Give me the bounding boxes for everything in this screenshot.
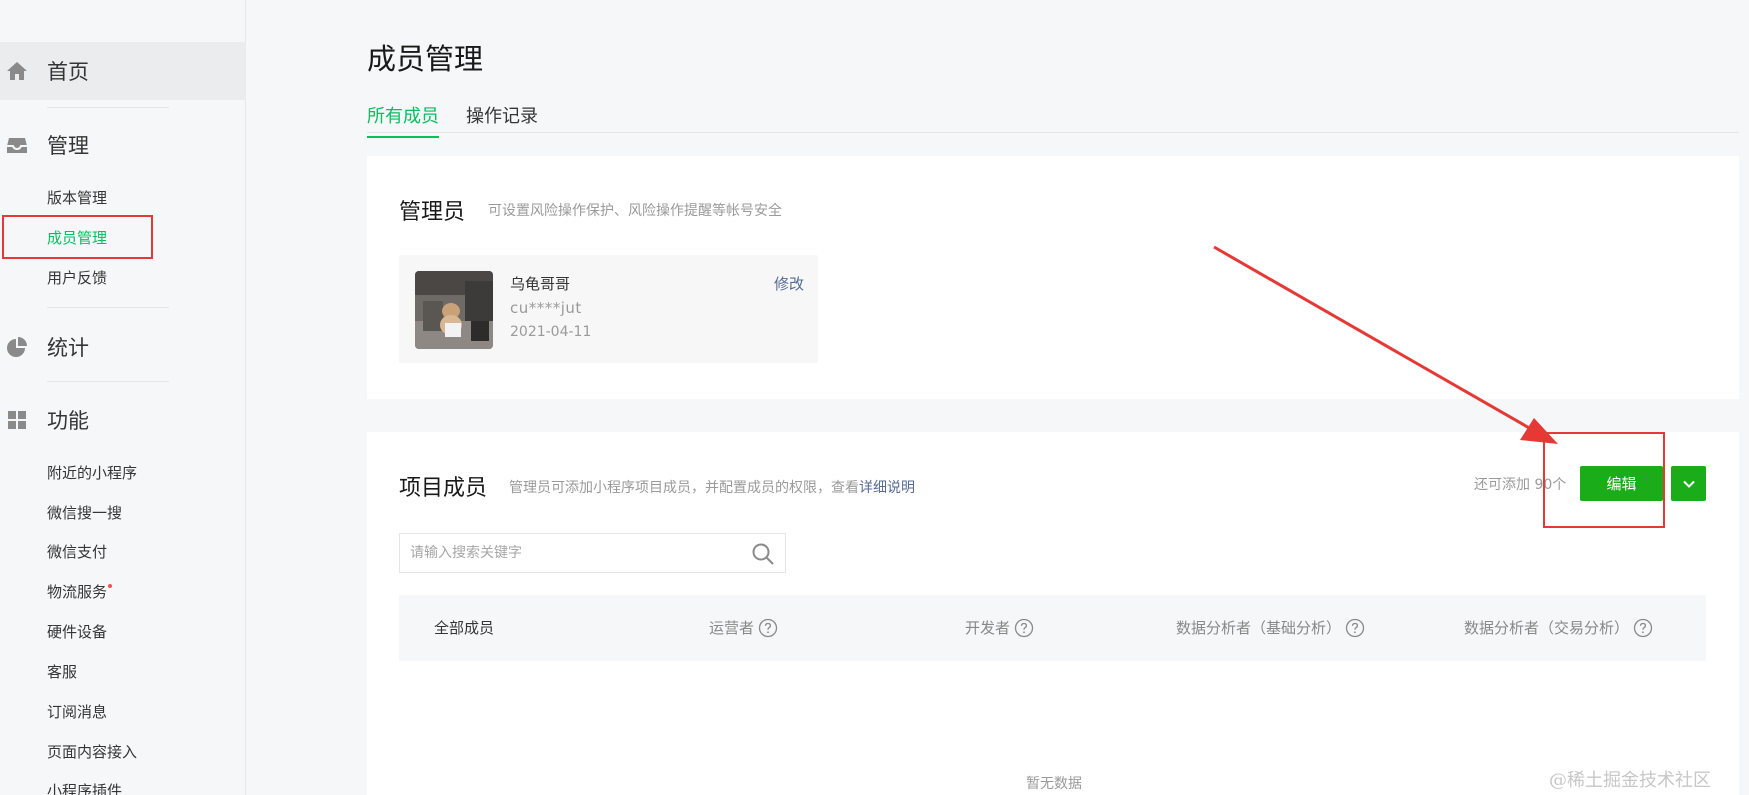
table-header: 全部成员 运营者 开发者 数据分析者（基础分析） 数据分析者（交易分析） <box>399 595 1706 661</box>
details-link[interactable]: 详细说明 <box>859 480 915 496</box>
description-text: 管理员可添加小程序项目成员，并配置成员的权限，查看 <box>509 480 859 496</box>
sidebar-item-customer-service[interactable]: 客服 <box>47 662 77 682</box>
column-header-data-trade[interactable]: 数据分析者（交易分析） <box>1464 618 1653 638</box>
divider <box>47 307 169 308</box>
column-label: 数据分析者（交易分析） <box>1464 619 1630 637</box>
sidebar-item-search[interactable]: 微信搜一搜 <box>47 503 122 523</box>
sidebar-item-manage[interactable]: 管理 <box>0 116 246 174</box>
sidebar-item-pay[interactable]: 微信支付 <box>47 542 107 562</box>
sidebar-item-subscribe[interactable]: 订阅消息 <box>47 702 107 722</box>
sidebar-item-functions[interactable]: 功能 <box>0 391 246 449</box>
annotation-box <box>1543 432 1665 528</box>
admin-tile: 乌龟哥哥 cu****jut 2021-04-11 修改 <box>399 255 818 363</box>
home-icon <box>7 62 27 80</box>
tab-bar: 所有成员 操作记录 <box>367 100 1739 138</box>
annotation-box <box>2 215 153 259</box>
column-header-operator[interactable]: 运营者 <box>709 618 778 638</box>
avatar <box>415 271 493 349</box>
search-icon[interactable] <box>751 542 775 566</box>
admin-card: 管理员 可设置风险操作保护、风险操作提醒等帐号安全 乌龟哥哥 cu****jut <box>367 156 1739 399</box>
sidebar-item-hardware[interactable]: 硬件设备 <box>47 622 107 642</box>
members-section-description: 管理员可添加小程序项目成员，并配置成员的权限，查看详细说明 <box>509 477 915 497</box>
tab-operation-log[interactable]: 操作记录 <box>466 102 538 136</box>
main-content: 成员管理 所有成员 操作记录 管理员 可设置风险操作保护、风险操作提醒等帐号安全 <box>367 0 1739 795</box>
sidebar-item-label: 首页 <box>47 60 89 84</box>
new-badge-dot <box>108 584 113 588</box>
sidebar-item-home[interactable]: 首页 <box>0 42 246 100</box>
members-card: 项目成员 管理员可添加小程序项目成员，并配置成员的权限，查看详细说明 还可添加 … <box>367 432 1739 795</box>
admin-section-description: 可设置风险操作保护、风险操作提醒等帐号安全 <box>488 203 782 219</box>
question-circle-icon[interactable] <box>1633 618 1653 638</box>
sidebar-item-feedback[interactable]: 用户反馈 <box>47 268 107 288</box>
chevron-down-icon <box>1682 480 1695 488</box>
pie-chart-icon <box>7 337 27 357</box>
sidebar-item-label: 统计 <box>47 336 89 360</box>
divider <box>47 381 169 382</box>
sidebar-item-plugins[interactable]: 小程序插件 <box>47 781 122 795</box>
sidebar-item-label: 管理 <box>47 134 89 158</box>
divider <box>47 107 169 108</box>
tab-all-members[interactable]: 所有成员 <box>367 102 439 138</box>
sidebar-item-page-content[interactable]: 页面内容接入 <box>47 742 137 762</box>
admin-name: 乌龟哥哥 <box>510 275 571 293</box>
admin-date: 2021-04-11 <box>510 324 592 340</box>
modify-admin-link[interactable]: 修改 <box>774 273 804 294</box>
admin-section-title: 管理员 <box>399 200 466 225</box>
column-header-developer[interactable]: 开发者 <box>965 618 1034 638</box>
edit-dropdown-button[interactable] <box>1671 466 1706 501</box>
sidebar-item-logistics[interactable]: 物流服务 <box>47 582 113 602</box>
question-circle-icon[interactable] <box>758 618 778 638</box>
column-header-all[interactable]: 全部成员 <box>434 618 494 638</box>
sidebar-item-label: 物流服务 <box>47 583 108 601</box>
empty-state-text: 暂无数据 <box>1026 776 1082 792</box>
column-label: 数据分析者（基础分析） <box>1176 619 1342 637</box>
member-search <box>399 533 786 573</box>
admin-account: cu****jut <box>510 299 582 317</box>
sidebar-item-label: 功能 <box>47 409 89 433</box>
page-title: 成员管理 <box>367 42 484 76</box>
sidebar-item-stats[interactable]: 统计 <box>0 318 246 376</box>
sidebar-item-version[interactable]: 版本管理 <box>47 188 107 208</box>
members-section-title: 项目成员 <box>399 476 488 501</box>
question-circle-icon[interactable] <box>1014 618 1034 638</box>
sidebar-item-nearby[interactable]: 附近的小程序 <box>47 463 137 483</box>
question-circle-icon[interactable] <box>1345 618 1365 638</box>
column-header-data-basic[interactable]: 数据分析者（基础分析） <box>1176 618 1365 638</box>
grid-icon <box>8 411 26 429</box>
search-input[interactable] <box>410 534 740 572</box>
inbox-icon <box>7 138 27 153</box>
column-label: 全部成员 <box>434 619 495 637</box>
column-label: 开发者 <box>965 619 1011 637</box>
sidebar: 首页 管理 版本管理 成员管理 用户反馈 统计 功能 附近的小程序 微信搜一搜 … <box>0 0 246 795</box>
column-label: 运营者 <box>709 619 755 637</box>
watermark: @稀土掘金技术社区 <box>1549 770 1711 791</box>
